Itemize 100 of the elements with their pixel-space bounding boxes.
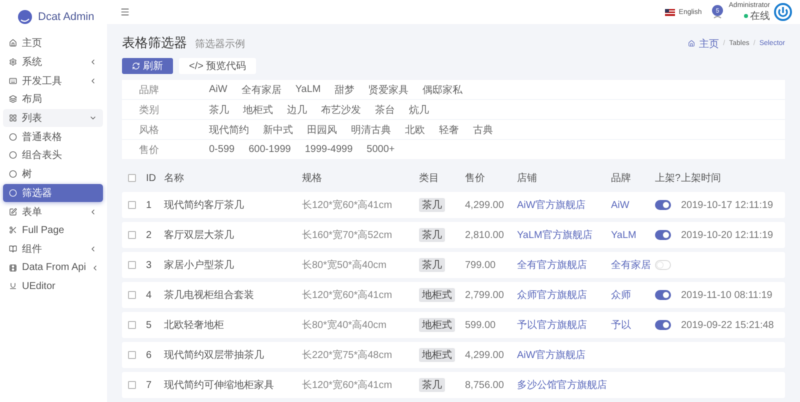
table-cell-text: 长120*宽60*高41cm	[302, 378, 394, 392]
menu-item-icon	[9, 114, 17, 122]
sidebar-item[interactable]: 树	[3, 164, 103, 184]
menu-item-icon	[9, 95, 17, 104]
table-cell-text: 2019-09-22 15:21:48	[681, 320, 775, 330]
row-checkbox[interactable]	[128, 321, 136, 329]
code-preview-button[interactable]: </> 预览代码	[179, 58, 256, 74]
sidebar-item[interactable]: 系统	[3, 52, 103, 72]
sidebar-item[interactable]: 筛选器	[3, 184, 103, 202]
filter-label: 类别	[139, 104, 160, 116]
category-tag: 茶几	[419, 258, 445, 272]
sidebar-item[interactable]: Full Page	[3, 220, 103, 240]
table-cell-text: 2019-11-10 08:11:19	[681, 290, 774, 300]
breadcrumb-link[interactable]: 主页	[699, 36, 720, 50]
brand-link[interactable]: 全有家居	[611, 258, 655, 272]
sidebar-item[interactable]: 主页	[3, 34, 103, 53]
table-cell-text: 599.00	[465, 320, 497, 330]
filter-option[interactable]: YaLM	[295, 84, 321, 95]
filter-option[interactable]: 茶台	[375, 102, 395, 116]
filter-option[interactable]: 0-599	[209, 144, 235, 155]
filter-option[interactable]: AiW	[209, 84, 228, 95]
sidebar-item[interactable]: 组件	[3, 240, 103, 258]
column-header: 上架时间	[681, 172, 722, 185]
sidebar-item[interactable]: Data From Api	[3, 258, 103, 277]
filter-option[interactable]: 明清古典	[351, 122, 391, 136]
column-header: 名称	[164, 172, 185, 185]
filter-option[interactable]: 轻奢	[439, 122, 459, 136]
row-checkbox[interactable]	[128, 231, 136, 239]
select-all-checkbox[interactable]	[128, 174, 136, 182]
filter-option[interactable]: 北欧	[405, 122, 425, 136]
filter-option[interactable]: 地柜式	[243, 102, 273, 116]
brand-name: Dcat Admin	[38, 11, 94, 23]
filter-option[interactable]: 1999-4999	[304, 144, 353, 155]
listed-toggle[interactable]	[655, 320, 671, 330]
menu-item-icon	[9, 282, 17, 290]
power-avatar-icon	[774, 3, 792, 21]
column-header: 上架?	[655, 172, 681, 185]
table-cell-text: 3	[146, 260, 153, 270]
sidebar-item[interactable]: 普通表格	[3, 127, 103, 146]
store-link[interactable]: YaLM官方旗舰店	[517, 228, 611, 242]
circle-icon	[9, 132, 17, 141]
table-cell-text: 长160*宽70*高52cm	[302, 228, 394, 242]
filter-label: 售价	[139, 144, 160, 156]
listed-toggle[interactable]	[655, 290, 671, 300]
sidebar-item[interactable]: 布局	[3, 90, 103, 109]
filter-option[interactable]: 边几	[287, 102, 307, 116]
page-subtitle: 筛选器示例	[195, 38, 245, 51]
store-link[interactable]: 予以官方旗舰店	[517, 318, 611, 332]
category-tag: 茶几	[419, 198, 445, 212]
filter-option[interactable]: 全有家居	[241, 82, 282, 96]
menu-icon[interactable]	[120, 7, 130, 17]
filter-option[interactable]: 布艺沙发	[321, 102, 361, 116]
filter-option[interactable]: 5000+	[366, 144, 395, 155]
store-link[interactable]: 众师官方旗舰店	[517, 288, 611, 302]
table-cell-text: 现代简约客厅茶几	[164, 198, 245, 212]
sidebar-item[interactable]: 列表	[3, 108, 103, 128]
table-cell-text: 4,299.00	[465, 350, 505, 360]
table-cell-text: 茶几电视柜组合套装	[164, 288, 255, 302]
menu-item-icon	[9, 208, 17, 216]
filter-option[interactable]: 现代简约	[209, 122, 249, 136]
filter-option[interactable]: 炕几	[409, 102, 429, 116]
store-link[interactable]: AiW官方旗舰店	[517, 198, 611, 212]
brand-link[interactable]: 众师	[611, 288, 655, 302]
store-link[interactable]: AiW官方旗舰店	[517, 348, 611, 362]
brand-link[interactable]: YaLM	[611, 230, 655, 240]
filter-option[interactable]: 新中式	[263, 122, 293, 136]
store-link[interactable]: 全有官方旗舰店	[517, 258, 611, 272]
row-checkbox[interactable]	[128, 291, 136, 299]
filter-option[interactable]: 偶邸家私	[422, 82, 463, 96]
filter-option[interactable]: 古典	[473, 122, 493, 136]
table-cell-text: 现代简约双层带抽茶几	[164, 348, 265, 362]
sidebar-item[interactable]: 组合表头	[3, 146, 103, 165]
row-checkbox[interactable]	[128, 381, 136, 389]
row-checkbox[interactable]	[128, 261, 136, 269]
filter-option[interactable]: 甜梦	[334, 82, 355, 96]
store-link[interactable]: 多沙公馆官方旗舰店	[517, 378, 611, 392]
status-label: 在线	[750, 10, 770, 22]
brand-link[interactable]: 予以	[611, 318, 655, 332]
listed-toggle[interactable]	[655, 200, 671, 210]
sidebar-item[interactable]: UEditor	[3, 276, 103, 296]
table-cell-text: 客厅双层大茶几	[164, 228, 235, 242]
table-cell-text: 长120*宽60*高41cm	[302, 288, 394, 302]
sidebar-item[interactable]: 表单	[3, 202, 103, 221]
table-cell-text: 2019-10-17 12:11:19	[681, 200, 774, 210]
filter-label: 风格	[139, 124, 160, 136]
filter-option[interactable]: 600-1999	[248, 144, 291, 155]
filter-option[interactable]: 田园风	[307, 122, 337, 136]
category-tag: 地柜式	[419, 348, 455, 362]
filter-option[interactable]: 茶几	[209, 102, 229, 116]
sidebar-item[interactable]: 开发工具	[3, 71, 103, 90]
table-cell-text: 长220*宽75*高48cm	[302, 348, 394, 362]
filter-option[interactable]: 贤爱家具	[368, 82, 409, 96]
brand-link[interactable]: AiW	[611, 200, 655, 210]
page-title: 表格筛选器	[122, 34, 187, 52]
row-checkbox[interactable]	[128, 351, 136, 359]
row-checkbox[interactable]	[128, 201, 136, 209]
listed-toggle[interactable]	[655, 230, 671, 240]
column-header: 品牌	[611, 172, 632, 185]
table-cell-text: 2,799.00	[465, 290, 505, 300]
refresh-button[interactable]: 刷新	[122, 58, 173, 74]
